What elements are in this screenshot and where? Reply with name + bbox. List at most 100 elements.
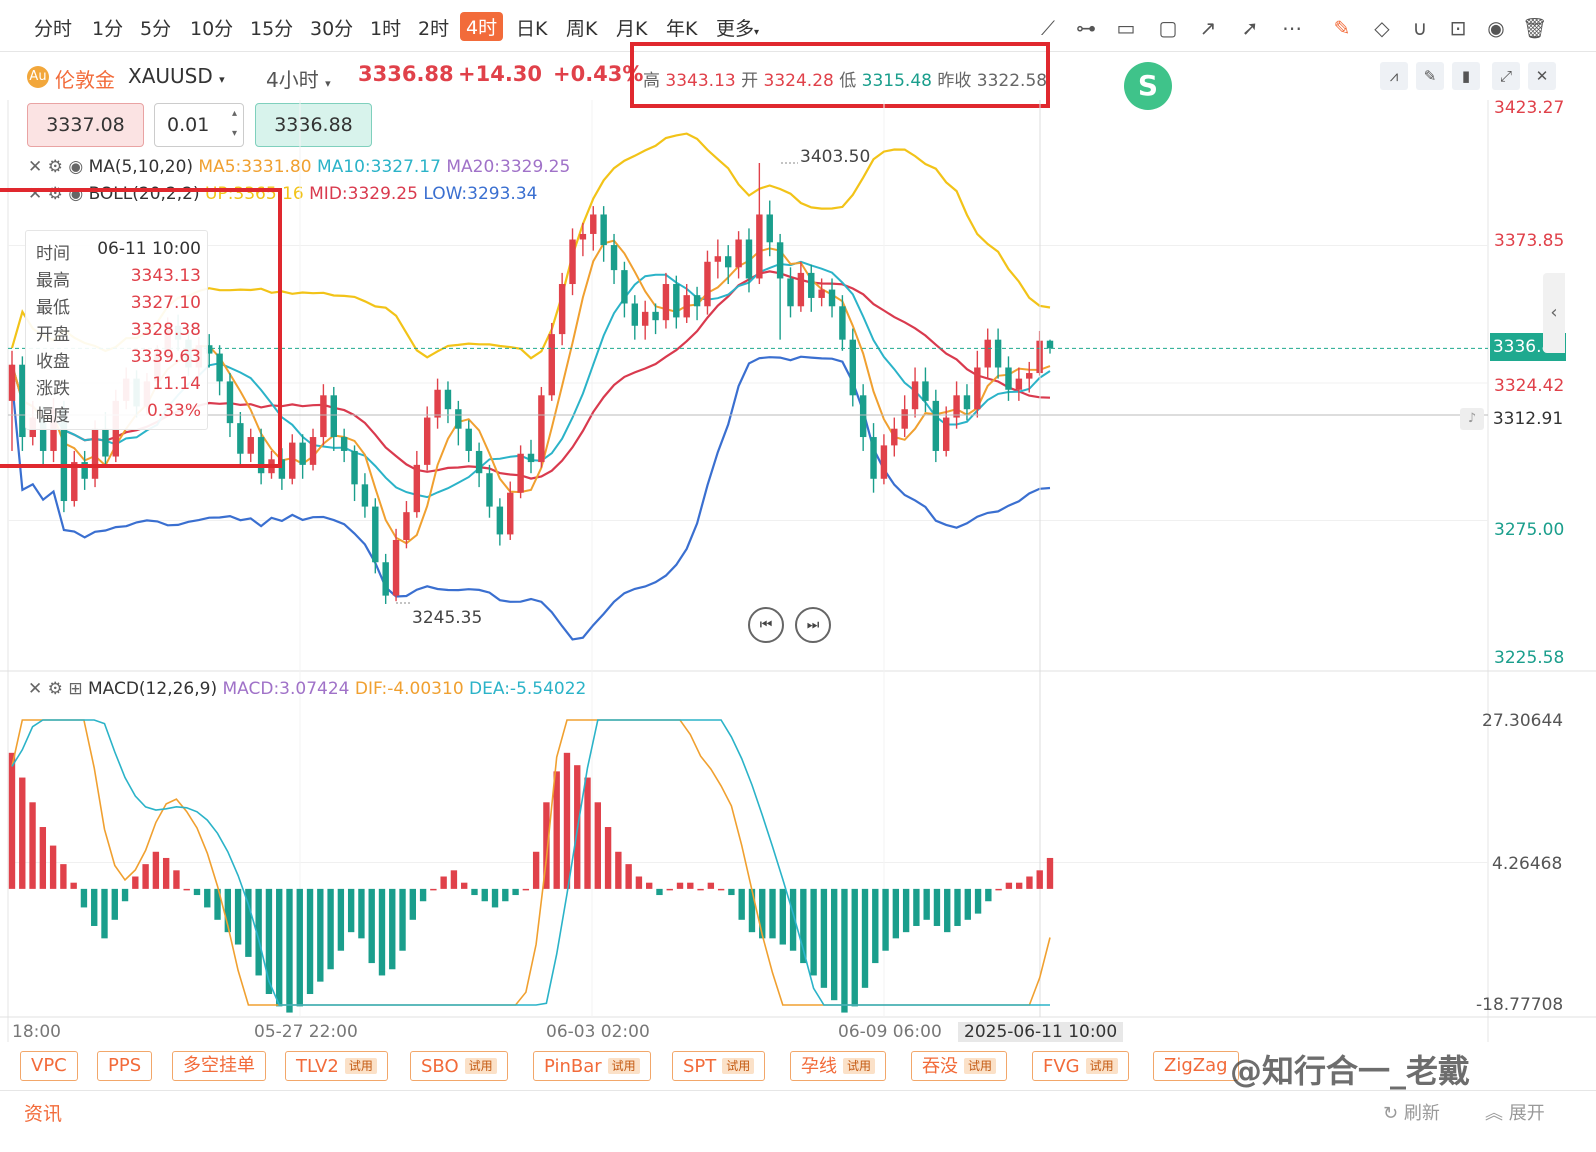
chart-style-icon[interactable]: ⩘ bbox=[1380, 62, 1408, 90]
plugin-button[interactable]: 孕线 试用 bbox=[790, 1051, 887, 1081]
draw-pen-icon[interactable]: ✎ bbox=[1416, 62, 1444, 90]
stepper-icon[interactable]: ▴ ▾ bbox=[232, 104, 237, 144]
macd-bar bbox=[286, 888, 293, 1013]
sell-price-button[interactable]: 3337.08 bbox=[27, 103, 144, 147]
candle-body bbox=[787, 278, 794, 307]
next-bar-icon[interactable]: ⏭ bbox=[795, 607, 831, 643]
plugin-button[interactable]: PPS bbox=[97, 1051, 153, 1081]
callout-icon[interactable]: ▢ bbox=[1156, 16, 1180, 40]
tf-4h[interactable]: 4时 bbox=[460, 12, 504, 41]
magnet-icon[interactable]: ∪ bbox=[1408, 16, 1432, 40]
trial-badge: 试用 bbox=[964, 1058, 997, 1074]
macd-bar bbox=[481, 888, 488, 902]
plugin-button[interactable]: SPT 试用 bbox=[672, 1051, 766, 1081]
tf-10m[interactable]: 10分 bbox=[190, 14, 233, 41]
symbol-code[interactable]: XAUUSD ▾ bbox=[128, 64, 225, 88]
expand-button[interactable]: ︽ 展开 bbox=[1485, 1099, 1545, 1125]
caret-down-icon: ▾ bbox=[325, 77, 331, 90]
eraser-icon[interactable]: ◇ bbox=[1370, 16, 1394, 40]
trial-badge: 试用 bbox=[843, 1058, 876, 1074]
symbol-name[interactable]: 伦敦金 bbox=[55, 64, 115, 93]
tf-30m[interactable]: 30分 bbox=[310, 14, 353, 41]
candle-body bbox=[569, 239, 576, 285]
candle-body bbox=[922, 381, 929, 401]
alert-bell-icon[interactable]: ♪ bbox=[1460, 408, 1484, 430]
macd-bar bbox=[594, 802, 601, 889]
plugin-button[interactable]: 吞没 试用 bbox=[911, 1051, 1008, 1081]
trash-icon[interactable]: 🗑 bbox=[1522, 16, 1547, 40]
hline-icon[interactable]: ⊶ bbox=[1074, 16, 1098, 40]
price-axis-label: 3275.00 bbox=[1494, 520, 1565, 540]
plugin-button[interactable]: PinBar 试用 bbox=[533, 1051, 651, 1081]
plugin-button[interactable]: ZigZag bbox=[1153, 1051, 1239, 1081]
candle-body bbox=[683, 295, 690, 318]
prev-bar-icon[interactable]: ⏮ bbox=[748, 607, 784, 643]
macd-bar bbox=[471, 888, 478, 896]
tf-week[interactable]: 周K bbox=[566, 14, 597, 41]
close-icon[interactable]: ✕ bbox=[28, 679, 42, 699]
plugin-button[interactable]: FVG 试用 bbox=[1032, 1051, 1129, 1081]
settings-icon[interactable]: ⚙ bbox=[48, 157, 63, 177]
macd-bar bbox=[347, 888, 355, 933]
ma10-value: MA10:3327.17 bbox=[316, 157, 441, 177]
macd-bar bbox=[543, 802, 550, 889]
plugin-label: SBO bbox=[421, 1056, 459, 1077]
candle-body bbox=[942, 417, 950, 451]
macd-bar bbox=[646, 882, 653, 889]
macd-bar bbox=[1036, 870, 1043, 889]
trial-badge: 试用 bbox=[464, 1058, 497, 1074]
tf-1h[interactable]: 1时 bbox=[370, 14, 401, 41]
tf-2h[interactable]: 2时 bbox=[418, 14, 449, 41]
tf-fenshi[interactable]: 分时 bbox=[34, 14, 72, 41]
candle-body bbox=[455, 409, 462, 429]
close-icon[interactable]: ✕ bbox=[1528, 62, 1556, 90]
period-select[interactable]: 4小时 ▾ bbox=[266, 64, 331, 93]
tf-month[interactable]: 月K bbox=[616, 14, 647, 41]
macd-bar bbox=[450, 870, 458, 889]
candle-body bbox=[953, 395, 960, 418]
macd-bar bbox=[1026, 876, 1033, 889]
fullscreen-icon[interactable]: ⤢ bbox=[1492, 62, 1520, 90]
macd-bar bbox=[491, 888, 499, 908]
collapse-panel-icon[interactable]: ‹ bbox=[1543, 273, 1565, 353]
plugin-button[interactable]: SBO 试用 bbox=[410, 1051, 508, 1081]
macd-bar bbox=[132, 876, 139, 889]
candle-type-icon[interactable]: ▮ bbox=[1452, 62, 1480, 90]
plugin-button[interactable]: TLV2 试用 bbox=[285, 1051, 388, 1081]
tf-more[interactable]: 更多▾ bbox=[716, 14, 759, 41]
edit-icon[interactable]: ✎ bbox=[1330, 16, 1354, 40]
news-tab[interactable]: 资讯 bbox=[24, 1099, 62, 1126]
arrow-icon[interactable]: ➚ bbox=[1238, 16, 1262, 40]
tf-day[interactable]: 日K bbox=[516, 14, 547, 41]
eye-icon[interactable]: ◉ bbox=[1484, 16, 1508, 40]
tf-5m[interactable]: 5分 bbox=[140, 14, 171, 41]
price-axis-label: 3225.58 bbox=[1494, 648, 1565, 668]
crosshair-time-label: 2025-06-11 10:00 bbox=[958, 1022, 1124, 1042]
trendline-icon[interactable]: ⟋ bbox=[1036, 16, 1060, 40]
rectangle-icon[interactable]: ▭ bbox=[1114, 16, 1138, 40]
lock-icon[interactable]: ⊡ bbox=[1446, 16, 1470, 40]
expand-icon: ︽ bbox=[1485, 1103, 1503, 1124]
ma20-value: MA20:3329.25 bbox=[446, 157, 571, 177]
candle-body bbox=[870, 437, 877, 479]
macd-bar bbox=[91, 888, 98, 926]
tf-1m[interactable]: 1分 bbox=[92, 14, 123, 41]
lot-quantity-input[interactable]: 0.01 ▴ ▾ bbox=[154, 103, 244, 147]
high-label: 高 bbox=[643, 71, 660, 91]
macd-bar bbox=[8, 752, 16, 889]
tf-year[interactable]: 年K bbox=[666, 14, 697, 41]
buy-price-button[interactable]: 3336.88 bbox=[255, 103, 372, 147]
macd-bar bbox=[964, 888, 971, 920]
eye-icon[interactable]: ◉ bbox=[68, 157, 83, 177]
tf-15m[interactable]: 15分 bbox=[250, 14, 293, 41]
macd-bar bbox=[245, 888, 252, 957]
ray-icon[interactable]: ↗ bbox=[1196, 16, 1220, 40]
candle-body bbox=[818, 289, 825, 298]
refresh-button[interactable]: ↻ 刷新 bbox=[1383, 1099, 1440, 1125]
add-icon[interactable]: ⊞ bbox=[68, 679, 82, 699]
plugin-button[interactable]: 多空挂单 bbox=[172, 1051, 266, 1081]
more-tools-icon[interactable]: ⋯ bbox=[1280, 16, 1304, 40]
plugin-button[interactable]: VPC bbox=[20, 1051, 78, 1081]
settings-icon[interactable]: ⚙ bbox=[48, 679, 63, 699]
close-icon[interactable]: ✕ bbox=[28, 157, 42, 177]
